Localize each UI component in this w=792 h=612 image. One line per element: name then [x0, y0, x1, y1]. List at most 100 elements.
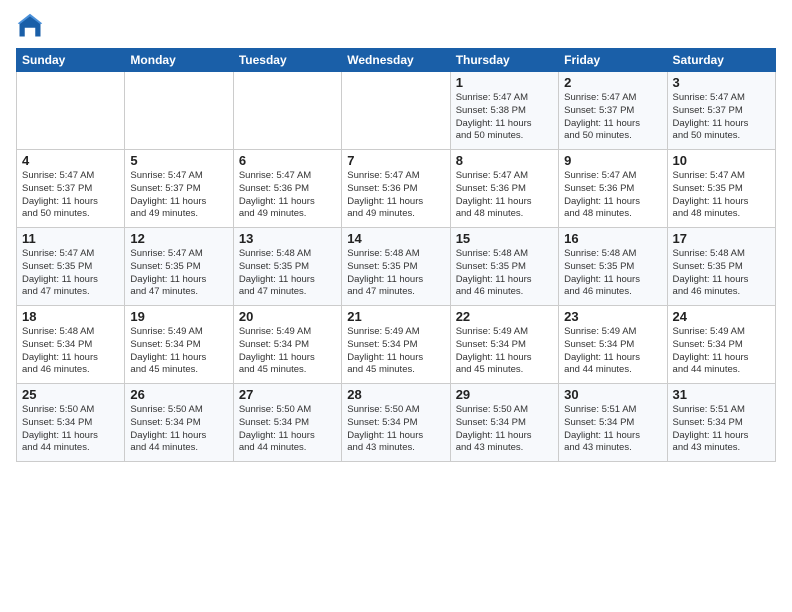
- day-number: 6: [239, 153, 336, 168]
- weekday-header-sunday: Sunday: [17, 49, 125, 72]
- header: [16, 12, 776, 40]
- day-info: Sunrise: 5:50 AMSunset: 5:34 PMDaylight:…: [239, 404, 336, 455]
- day-number: 27: [239, 387, 336, 402]
- day-cell: 26Sunrise: 5:50 AMSunset: 5:34 PMDayligh…: [125, 384, 233, 462]
- day-cell: [233, 72, 341, 150]
- day-number: 5: [130, 153, 227, 168]
- day-info: Sunrise: 5:47 AMSunset: 5:37 PMDaylight:…: [673, 92, 770, 143]
- day-number: 31: [673, 387, 770, 402]
- day-number: 21: [347, 309, 444, 324]
- day-cell: 15 Sunrise: 5:48 AMSunset: 5:35 PMDayligh…: [450, 228, 558, 306]
- day-cell: 13 Sunrise: 5:48 AMSunset: 5:35 PMDayligh…: [233, 228, 341, 306]
- day-cell: 29Sunrise: 5:50 AMSunset: 5:34 PMDayligh…: [450, 384, 558, 462]
- day-cell: 30 Sunrise: 5:51 AMSunset: 5:34 PMDayligh…: [559, 384, 667, 462]
- day-cell: 11Sunrise: 5:47 AMSunset: 5:35 PMDayligh…: [17, 228, 125, 306]
- day-info: Sunrise: 5:49 AMSunset: 5:34 PMDaylight:…: [347, 326, 444, 377]
- day-info: Sunrise: 5:48 AMSunset: 5:35 PMDaylight:…: [456, 248, 553, 299]
- day-cell: 18 Sunrise: 5:48 AMSunset: 5:34 PMDayligh…: [17, 306, 125, 384]
- day-info: Sunrise: 5:47 AMSunset: 5:36 PMDaylight:…: [564, 170, 661, 221]
- weekday-header-thursday: Thursday: [450, 49, 558, 72]
- day-number: 15: [456, 231, 553, 246]
- day-info: Sunrise: 5:48 AMSunset: 5:35 PMDaylight:…: [347, 248, 444, 299]
- day-cell: [342, 72, 450, 150]
- day-cell: 6 Sunrise: 5:47 AMSunset: 5:36 PMDaylight…: [233, 150, 341, 228]
- day-info: Sunrise: 5:49 AMSunset: 5:34 PMDaylight:…: [239, 326, 336, 377]
- day-number: 13: [239, 231, 336, 246]
- day-info: Sunrise: 5:49 AMSunset: 5:34 PMDaylight:…: [673, 326, 770, 377]
- week-row-1: 1 Sunrise: 5:47 AMSunset: 5:38 PMDaylight…: [17, 72, 776, 150]
- calendar-page: SundayMondayTuesdayWednesdayThursdayFrid…: [0, 0, 792, 612]
- day-cell: 20 Sunrise: 5:49 AMSunset: 5:34 PMDayligh…: [233, 306, 341, 384]
- day-cell: 25 Sunrise: 5:50 AMSunset: 5:34 PMDayligh…: [17, 384, 125, 462]
- day-number: 17: [673, 231, 770, 246]
- day-info: Sunrise: 5:47 AMSunset: 5:38 PMDaylight:…: [456, 92, 553, 143]
- day-info: Sunrise: 5:50 AMSunset: 5:34 PMDaylight:…: [130, 404, 227, 455]
- day-cell: 28 Sunrise: 5:50 AMSunset: 5:34 PMDayligh…: [342, 384, 450, 462]
- logo-icon: [16, 12, 44, 40]
- day-cell: 31Sunrise: 5:51 AMSunset: 5:34 PMDayligh…: [667, 384, 775, 462]
- week-row-5: 25 Sunrise: 5:50 AMSunset: 5:34 PMDayligh…: [17, 384, 776, 462]
- day-number: 1: [456, 75, 553, 90]
- day-info: Sunrise: 5:50 AMSunset: 5:34 PMDaylight:…: [347, 404, 444, 455]
- day-cell: 10 Sunrise: 5:47 AMSunset: 5:35 PMDayligh…: [667, 150, 775, 228]
- day-number: 28: [347, 387, 444, 402]
- day-cell: 14 Sunrise: 5:48 AMSunset: 5:35 PMDayligh…: [342, 228, 450, 306]
- day-info: Sunrise: 5:47 AMSunset: 5:37 PMDaylight:…: [130, 170, 227, 221]
- day-info: Sunrise: 5:49 AMSunset: 5:34 PMDaylight:…: [130, 326, 227, 377]
- day-cell: 27 Sunrise: 5:50 AMSunset: 5:34 PMDayligh…: [233, 384, 341, 462]
- day-number: 10: [673, 153, 770, 168]
- day-cell: 5 Sunrise: 5:47 AMSunset: 5:37 PMDaylight…: [125, 150, 233, 228]
- day-number: 20: [239, 309, 336, 324]
- day-info: Sunrise: 5:50 AMSunset: 5:34 PMDaylight:…: [22, 404, 119, 455]
- day-cell: 4 Sunrise: 5:47 AMSunset: 5:37 PMDaylight…: [17, 150, 125, 228]
- day-cell: 23Sunrise: 5:49 AMSunset: 5:34 PMDayligh…: [559, 306, 667, 384]
- day-number: 19: [130, 309, 227, 324]
- weekday-header-tuesday: Tuesday: [233, 49, 341, 72]
- day-number: 11: [22, 231, 119, 246]
- day-cell: 22 Sunrise: 5:49 AMSunset: 5:34 PMDayligh…: [450, 306, 558, 384]
- week-row-3: 11 Sunrise: 5:47 AMSunset: 5:35 PMDayligh…: [17, 228, 776, 306]
- day-number: 22: [456, 309, 553, 324]
- day-info: Sunrise: 5:47 AMSunset: 5:35 PMDaylight:…: [673, 170, 770, 221]
- weekday-header-saturday: Saturday: [667, 49, 775, 72]
- day-info: Sunrise: 5:47 AMSunset: 5:35 PMDaylight:…: [130, 248, 227, 299]
- day-number: 25: [22, 387, 119, 402]
- day-number: 7: [347, 153, 444, 168]
- day-info: Sunrise: 5:48 AMSunset: 5:34 PMDaylight:…: [22, 326, 119, 377]
- logo: [16, 12, 48, 40]
- day-info: Sunrise: 5:49 AMSunset: 5:34 PMDaylight:…: [456, 326, 553, 377]
- day-cell: 1 Sunrise: 5:47 AMSunset: 5:38 PMDaylight…: [450, 72, 558, 150]
- day-info: Sunrise: 5:51 AMSunset: 5:34 PMDaylight:…: [564, 404, 661, 455]
- day-number: 8: [456, 153, 553, 168]
- day-info: Sunrise: 5:48 AMSunset: 5:35 PMDaylight:…: [564, 248, 661, 299]
- day-number: 30: [564, 387, 661, 402]
- weekday-header-wednesday: Wednesday: [342, 49, 450, 72]
- day-cell: [17, 72, 125, 150]
- day-number: 4: [22, 153, 119, 168]
- day-info: Sunrise: 5:47 AMSunset: 5:37 PMDaylight:…: [22, 170, 119, 221]
- day-cell: 2Sunrise: 5:47 AMSunset: 5:37 PMDaylight…: [559, 72, 667, 150]
- day-number: 18: [22, 309, 119, 324]
- day-info: Sunrise: 5:47 AMSunset: 5:36 PMDaylight:…: [456, 170, 553, 221]
- weekday-header-monday: Monday: [125, 49, 233, 72]
- week-row-2: 4 Sunrise: 5:47 AMSunset: 5:37 PMDaylight…: [17, 150, 776, 228]
- day-cell: 24 Sunrise: 5:49 AMSunset: 5:34 PMDayligh…: [667, 306, 775, 384]
- day-cell: 3 Sunrise: 5:47 AMSunset: 5:37 PMDaylight…: [667, 72, 775, 150]
- day-info: Sunrise: 5:50 AMSunset: 5:34 PMDaylight:…: [456, 404, 553, 455]
- day-number: 23: [564, 309, 661, 324]
- weekday-header-friday: Friday: [559, 49, 667, 72]
- day-info: Sunrise: 5:47 AMSunset: 5:36 PMDaylight:…: [239, 170, 336, 221]
- day-info: Sunrise: 5:48 AMSunset: 5:35 PMDaylight:…: [239, 248, 336, 299]
- day-cell: 19 Sunrise: 5:49 AMSunset: 5:34 PMDayligh…: [125, 306, 233, 384]
- calendar-table: SundayMondayTuesdayWednesdayThursdayFrid…: [16, 48, 776, 462]
- day-number: 24: [673, 309, 770, 324]
- day-cell: 12 Sunrise: 5:47 AMSunset: 5:35 PMDayligh…: [125, 228, 233, 306]
- day-cell: 21 Sunrise: 5:49 AMSunset: 5:34 PMDayligh…: [342, 306, 450, 384]
- day-number: 14: [347, 231, 444, 246]
- day-number: 16: [564, 231, 661, 246]
- day-number: 3: [673, 75, 770, 90]
- day-info: Sunrise: 5:48 AMSunset: 5:35 PMDaylight:…: [673, 248, 770, 299]
- day-number: 12: [130, 231, 227, 246]
- day-number: 2: [564, 75, 661, 90]
- day-cell: 7Sunrise: 5:47 AMSunset: 5:36 PMDaylight…: [342, 150, 450, 228]
